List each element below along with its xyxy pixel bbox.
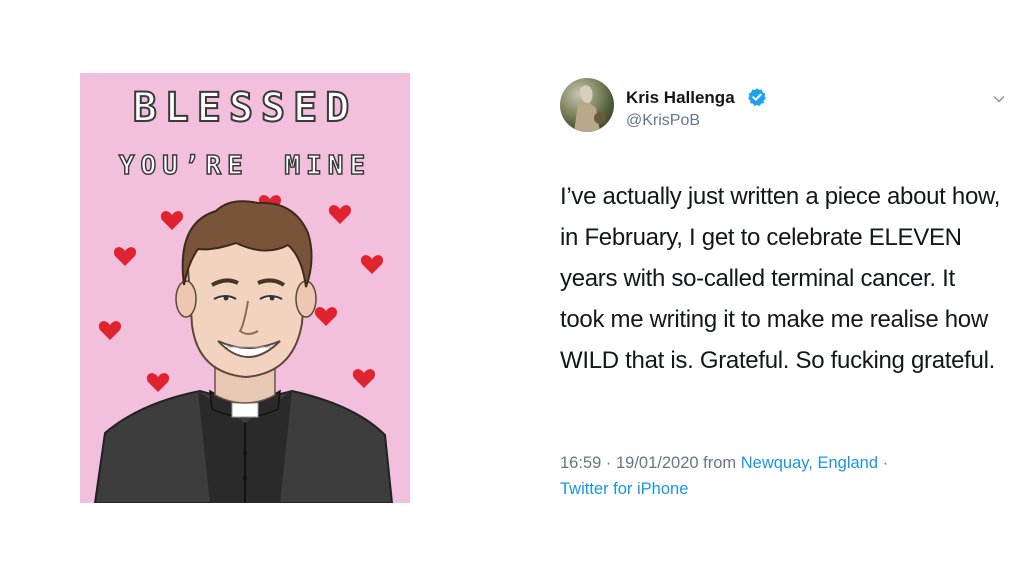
separator: · — [878, 454, 889, 472]
source-link[interactable]: Twitter for iPhone — [560, 480, 688, 498]
tweet-time[interactable]: 16:59 — [560, 454, 601, 472]
handle[interactable]: @KrisPoB — [626, 112, 700, 130]
card-title: BLESSED — [132, 84, 358, 132]
greeting-card-image: BLESSED YOU’RE MINE — [80, 73, 410, 503]
location-link[interactable]: Newquay, England — [741, 454, 878, 472]
chevron-down-icon[interactable] — [992, 92, 1006, 106]
verified-badge-icon — [748, 88, 766, 106]
author-name[interactable]: Kris Hallenga — [626, 88, 735, 108]
heart-icon — [328, 205, 352, 224]
heart-icon — [360, 255, 384, 274]
tweet: Kris Hallenga @KrisPoB I’ve actually jus… — [560, 70, 1010, 510]
tweet-date[interactable]: 19/01/2020 — [616, 454, 699, 472]
heart-icon — [160, 211, 184, 230]
heart-icon — [314, 307, 338, 326]
tweet-text: I’ve actually just written a piece about… — [560, 183, 1001, 374]
avatar[interactable] — [560, 78, 614, 132]
separator: · — [601, 454, 616, 472]
priest-illustration — [93, 195, 394, 503]
heart-icon — [352, 369, 376, 388]
heart-icon — [146, 373, 170, 392]
heart-icon — [113, 247, 137, 266]
heart-icon — [98, 321, 122, 340]
tweet-metadata: 16:59 · 19/01/2020 from Newquay, England… — [560, 450, 1005, 502]
from-label: from — [698, 454, 741, 472]
card-subtitle: YOU’RE MINE — [118, 150, 372, 182]
